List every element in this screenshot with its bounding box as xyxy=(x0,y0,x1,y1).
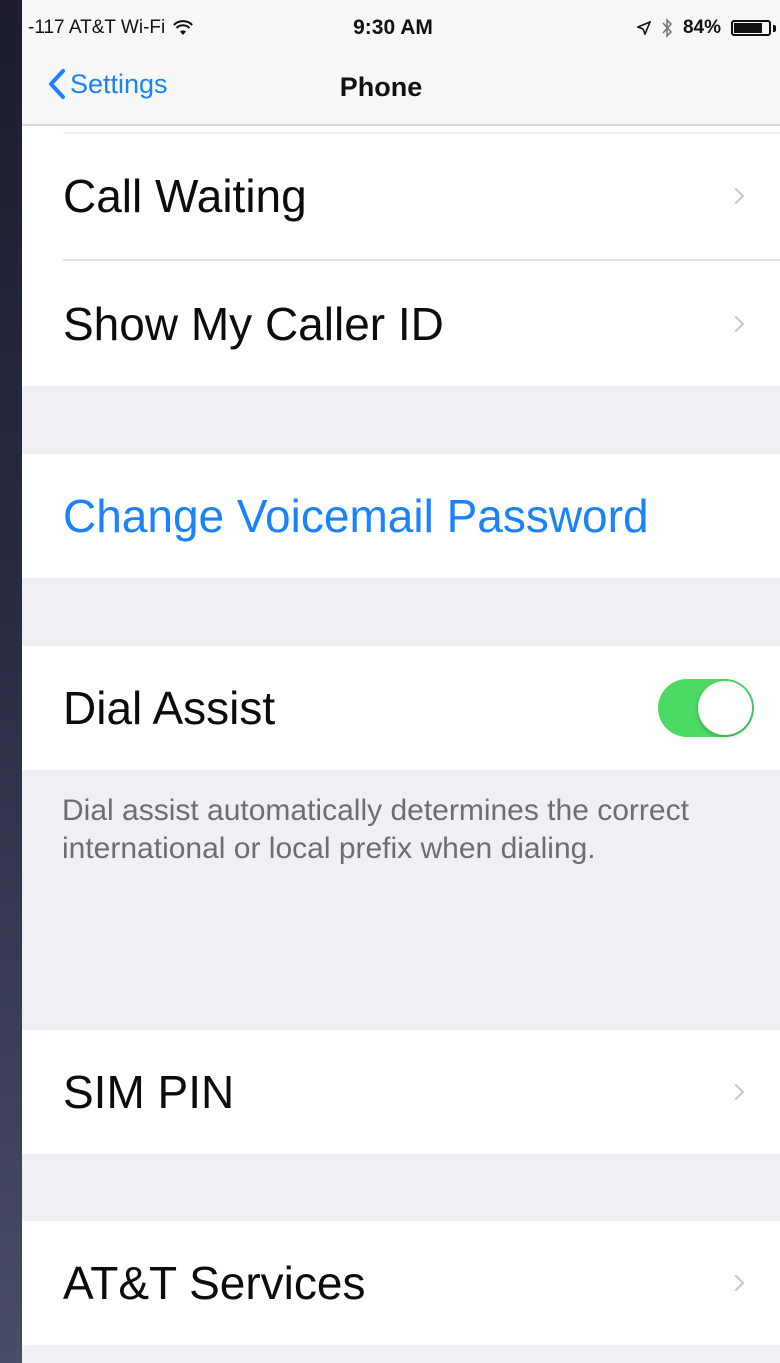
dial-assist-group: Dial Assist xyxy=(22,646,780,770)
change-voicemail-password-button[interactable]: Change Voicemail Password xyxy=(22,454,780,578)
location-arrow-icon xyxy=(636,21,651,35)
row-att-services[interactable]: AT&T Services xyxy=(22,1221,780,1345)
row-label-att-services: AT&T Services xyxy=(63,1257,366,1309)
chevron-right-icon xyxy=(734,1083,745,1101)
page-title: Phone xyxy=(339,72,423,102)
row-label-show-caller-id: Show My Caller ID xyxy=(63,297,444,350)
dial-assist-toggle[interactable] xyxy=(658,679,754,737)
row-call-waiting[interactable]: Call Waiting xyxy=(22,132,780,260)
row-dial-assist: Dial Assist xyxy=(22,646,780,770)
row-label-dial-assist: Dial Assist xyxy=(63,682,276,734)
row-label-call-waiting: Call Waiting xyxy=(63,170,307,222)
row-label-sim-pin: SIM PIN xyxy=(63,1066,235,1118)
voicemail-group: Change Voicemail Password xyxy=(22,454,780,578)
carrier-services-group: AT&T Services xyxy=(22,1221,780,1345)
nav-title-wrap: Phone xyxy=(22,72,780,103)
battery-percent: 84% xyxy=(682,17,721,38)
row-sim-pin[interactable]: SIM PIN xyxy=(22,1030,780,1154)
navigation-bar: Settings Phone xyxy=(22,58,780,126)
row-show-caller-id[interactable]: Show My Caller ID xyxy=(22,261,780,386)
phone-screen: -117 AT&T Wi-Fi 9:30 AM 84% Settings Pho… xyxy=(22,0,780,1363)
chevron-right-icon xyxy=(734,1274,745,1292)
status-time: 9:30 AM xyxy=(353,16,433,39)
change-voicemail-password-label: Change Voicemail Password xyxy=(63,490,649,542)
sim-pin-group: SIM PIN xyxy=(22,1030,780,1154)
chevron-right-icon xyxy=(734,187,745,205)
chevron-right-icon xyxy=(734,315,745,332)
battery-icon xyxy=(731,20,771,36)
status-right-group: 84% xyxy=(636,17,776,39)
toggle-knob xyxy=(698,681,752,735)
dial-assist-footer: Dial assist automatically determines the… xyxy=(62,794,689,865)
status-bar: -117 AT&T Wi-Fi 9:30 AM 84% xyxy=(22,0,780,58)
bluetooth-icon xyxy=(662,18,673,38)
call-settings-group: Call Waiting Show My Caller ID xyxy=(22,126,780,386)
battery-tip xyxy=(773,24,776,32)
